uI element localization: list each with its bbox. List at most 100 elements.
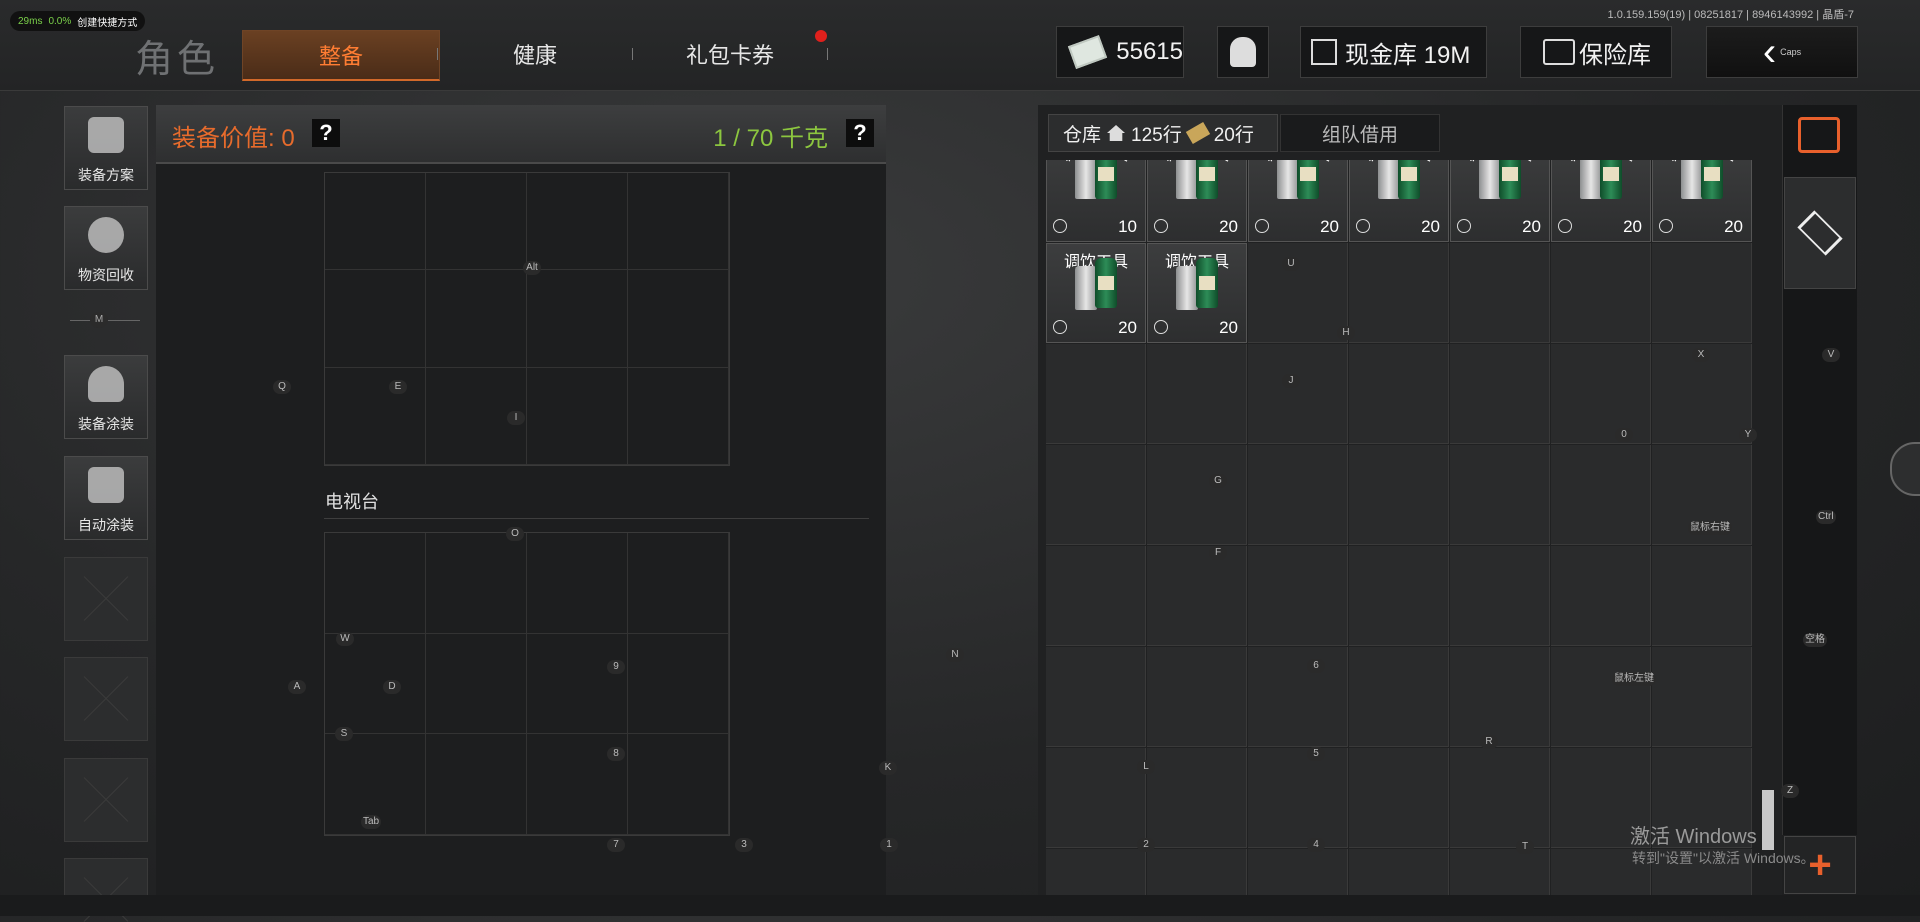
warehouse-cell[interactable] [1248, 849, 1348, 895]
inventory-item[interactable]: 调饮工具20 [1147, 243, 1247, 343]
warehouse-cell[interactable] [1349, 344, 1449, 444]
key-hint: D [383, 680, 401, 694]
ping-text: 29ms [18, 15, 43, 27]
warehouse-cell[interactable] [1450, 445, 1550, 545]
key-hint: 8 [607, 747, 625, 761]
item-quantity: 20 [1320, 217, 1339, 236]
warehouse-cell[interactable] [1551, 344, 1651, 444]
bottle-icon [1499, 160, 1521, 199]
item-quantity: 10 [1118, 217, 1137, 236]
warehouse-cell[interactable] [1046, 647, 1146, 747]
money-display[interactable]: 55615 [1056, 26, 1184, 78]
tab-team-borrow[interactable]: 组队借用 [1280, 114, 1440, 152]
warehouse-cell[interactable] [1349, 546, 1449, 646]
warehouse-cell[interactable] [1248, 445, 1348, 545]
scrollbar[interactable] [1762, 790, 1774, 850]
warehouse-cell[interactable] [1450, 849, 1550, 895]
cash-bank-button[interactable]: 现金库 19M [1300, 26, 1487, 78]
sort-icon [1798, 117, 1840, 153]
back-button[interactable]: ‹ Caps [1706, 26, 1858, 78]
help-button[interactable]: ? [846, 119, 874, 147]
warehouse-cell[interactable] [1450, 647, 1550, 747]
key-hint: Y [1739, 428, 1757, 442]
sidebar-item-skin[interactable]: 装备涂装 [64, 355, 148, 439]
operator-button[interactable] [1217, 26, 1269, 78]
brush-icon [88, 467, 124, 503]
activation-watermark-title: 激活 Windows [1630, 826, 1757, 848]
tab-separator [827, 48, 828, 60]
warehouse-cell[interactable] [1349, 243, 1449, 343]
warehouse-cell[interactable] [1046, 748, 1146, 848]
warehouse-cell[interactable] [1450, 243, 1550, 343]
warehouse-cell[interactable] [1551, 445, 1651, 545]
bottle-icon [1095, 160, 1117, 199]
key-hint: U [1282, 257, 1300, 271]
warehouse-cell[interactable] [1551, 647, 1651, 747]
warehouse-cell[interactable] [1147, 445, 1247, 545]
warehouse-cell[interactable] [1046, 849, 1146, 895]
shortcut-link[interactable]: 创建快捷方式 [77, 14, 137, 29]
warehouse-cell[interactable] [1450, 748, 1550, 848]
warehouse-cell[interactable] [1147, 344, 1247, 444]
warehouse-cell[interactable] [1349, 748, 1449, 848]
item-quantity: 20 [1522, 217, 1541, 236]
key-hint: L [1137, 760, 1155, 774]
warehouse-cell[interactable] [1652, 243, 1752, 343]
key-hint: 0 [1615, 428, 1633, 442]
warehouse-cell[interactable] [1551, 546, 1651, 646]
key-hint: 鼠标左键 [1612, 672, 1656, 686]
warehouse-cell[interactable] [1046, 445, 1146, 545]
sidebar-item-recycle[interactable]: 物资回收 [64, 206, 148, 290]
warehouse-cell[interactable] [1450, 344, 1550, 444]
tab-warehouse[interactable]: 仓库 125行 20行 [1048, 114, 1278, 152]
inventory-item[interactable]: 调饮工具10 [1046, 160, 1146, 242]
home-icon [1107, 125, 1126, 141]
safe-button[interactable]: 保险库 [1520, 26, 1672, 78]
inventory-item[interactable]: 调饮工具20 [1046, 243, 1146, 343]
stack-button[interactable] [1784, 177, 1856, 289]
warehouse-cell[interactable] [1450, 546, 1550, 646]
warehouse-cell[interactable] [1147, 849, 1247, 895]
key-hint: I [507, 411, 525, 425]
warehouse-cell[interactable] [1046, 344, 1146, 444]
inventory-item[interactable]: 调饮工具20 [1551, 160, 1651, 242]
key-hint: W [336, 632, 354, 646]
inventory-item[interactable]: 调饮工具20 [1652, 160, 1752, 242]
container-grid[interactable] [324, 172, 730, 466]
item-quantity: 20 [1219, 217, 1238, 236]
warehouse-cell[interactable] [1248, 748, 1348, 848]
inventory-item[interactable]: 调饮工具20 [1248, 160, 1348, 242]
sidebar-item-auto-skin[interactable]: 自动涂装 [64, 456, 148, 540]
warehouse-grid[interactable]: 调饮工具10调饮工具20调饮工具20调饮工具20调饮工具20调饮工具20调饮工具… [1046, 160, 1754, 895]
inventory-item[interactable]: 调饮工具20 [1450, 160, 1550, 242]
warehouse-cell[interactable] [1147, 546, 1247, 646]
warehouse-cell[interactable] [1046, 546, 1146, 646]
bottle-icon [1600, 160, 1622, 199]
side-handle[interactable] [1890, 442, 1920, 496]
key-hint: 9 [607, 660, 625, 674]
warehouse-cell[interactable] [1551, 243, 1651, 343]
warehouse-cell[interactable] [1147, 647, 1247, 747]
help-button[interactable]: ? [312, 119, 340, 147]
sidebar-item-label: 装备方案 [78, 167, 134, 183]
warehouse-cell[interactable] [1349, 647, 1449, 747]
warehouse-cell[interactable] [1652, 546, 1752, 646]
warehouse-cell[interactable] [1248, 243, 1348, 343]
warehouse-cell[interactable] [1349, 445, 1449, 545]
warehouse-cell[interactable] [1248, 546, 1348, 646]
warehouse-cell[interactable] [1652, 647, 1752, 747]
warehouse-cell[interactable] [1248, 344, 1348, 444]
warehouse-cell[interactable] [1349, 849, 1449, 895]
inventory-item[interactable]: 调饮工具20 [1147, 160, 1247, 242]
sort-button[interactable] [1782, 105, 1856, 165]
key-hint: 鼠标右键 [1688, 521, 1732, 535]
warehouse-cell[interactable] [1147, 748, 1247, 848]
tab-gift[interactable]: 礼包卡券 [632, 30, 828, 78]
sidebar-item-label: 自动涂装 [78, 517, 134, 533]
sidebar-item-loadout[interactable]: 装备方案 [64, 106, 148, 190]
key-hint: 6 [1307, 659, 1325, 673]
warehouse-cell[interactable] [1248, 647, 1348, 747]
tab-health[interactable]: 健康 [437, 30, 633, 78]
tab-equip[interactable]: 整备 [242, 30, 440, 81]
inventory-item[interactable]: 调饮工具20 [1349, 160, 1449, 242]
